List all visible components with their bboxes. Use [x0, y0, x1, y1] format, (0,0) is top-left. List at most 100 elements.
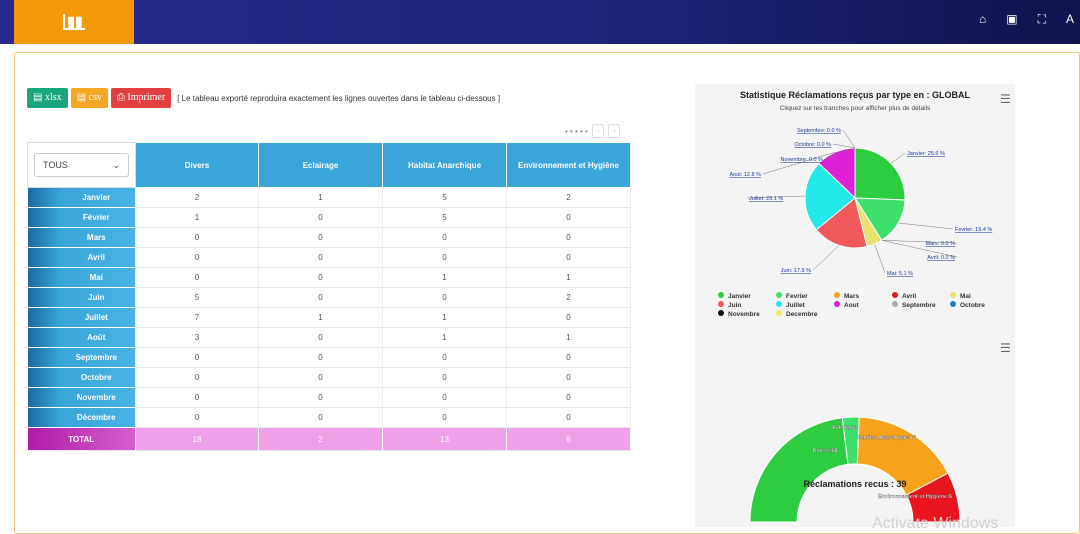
pie-slice[interactable] — [854, 147, 906, 201]
legend-dot — [718, 292, 724, 298]
legend-item[interactable]: Mars — [834, 292, 859, 300]
legend-item[interactable]: Mai — [950, 292, 971, 300]
row-value: 0 — [382, 247, 507, 268]
column-header[interactable]: Habitat Anarchique — [382, 142, 507, 188]
top-navbar: ▮▮ ⌂ ▣ ⛶ A — [0, 0, 1080, 44]
pager-prev-button[interactable]: ‹ — [591, 124, 604, 138]
row-value: 2 — [506, 287, 631, 308]
total-row: TOTAL 18 2 13 6 — [27, 427, 631, 451]
gauge-data-label: Habitat Anarchique:13 — [858, 435, 916, 441]
logo-box[interactable]: ▮▮ — [14, 0, 134, 44]
row-value: 0 — [135, 367, 259, 388]
legend-item[interactable]: Aout — [834, 301, 859, 309]
print-icon: ⎙ — [116, 92, 125, 103]
row-month[interactable]: Août — [27, 327, 136, 348]
file-excel-icon: ▤ — [33, 92, 43, 103]
home-icon[interactable]: ⌂ — [979, 12, 986, 27]
pager-dots[interactable]: • • • • • — [565, 127, 588, 136]
row-value: 0 — [506, 307, 631, 328]
legend-dot — [718, 301, 724, 307]
month-filter-select[interactable]: TOUS ⌄ — [34, 153, 129, 177]
row-value: 0 — [382, 347, 507, 368]
legend-dot — [718, 310, 724, 316]
monthly-table: TOUS ⌄ Divers Eclairage Habitat Anarchiq… — [27, 142, 631, 451]
print-button[interactable]: ⎙ Imprimer — [110, 88, 172, 108]
chevron-down-icon: ⌄ — [112, 159, 120, 170]
row-value: 7 — [135, 307, 259, 328]
export-toolbar: ▤ xlsx ▤ csv ⎙ Imprimer [ Le tableau exp… — [27, 88, 500, 108]
user-initial[interactable]: A — [1066, 12, 1074, 27]
row-month[interactable]: Novembre — [27, 387, 136, 408]
table-row: Février 1 0 5 0 — [27, 207, 631, 228]
legend-label: Fevrier — [786, 293, 808, 300]
total-value: 6 — [506, 427, 631, 451]
pie-label-line — [812, 245, 840, 271]
pie-data-label: Aout: 12.8 % — [730, 172, 762, 178]
gauge-slice[interactable] — [749, 417, 849, 523]
column-header[interactable]: Environnement et Hygiène — [506, 142, 631, 188]
row-month[interactable]: Janvier — [27, 187, 136, 208]
column-header[interactable]: Eclairage — [258, 142, 383, 188]
book-icon[interactable]: ▣ — [1006, 12, 1017, 27]
row-value: 1 — [382, 267, 507, 288]
row-value: 0 — [382, 367, 507, 388]
row-value: 0 — [258, 207, 383, 228]
row-month[interactable]: Mars — [27, 227, 136, 248]
table-row: Juin 5 0 0 2 — [27, 287, 631, 308]
table-row: Août 3 0 1 1 — [27, 327, 631, 348]
row-month[interactable]: Juillet — [27, 307, 136, 328]
legend-item[interactable]: Decembre — [776, 310, 817, 318]
gauge-data-label: Divers:18 — [813, 448, 838, 454]
csv-button[interactable]: ▤ csv — [70, 88, 108, 108]
fullscreen-icon[interactable]: ⛶ — [1038, 12, 1046, 27]
legend-label: Juillet — [786, 302, 805, 309]
legend-item[interactable]: Novembre — [718, 310, 760, 318]
row-value: 0 — [258, 247, 383, 268]
legend-item[interactable]: Fevrier — [776, 292, 808, 300]
legend-item[interactable]: Octobre — [950, 301, 985, 309]
row-month[interactable]: Février — [27, 207, 136, 228]
table-row: Juillet 7 1 1 0 — [27, 307, 631, 328]
row-month[interactable]: Avril — [27, 247, 136, 268]
legend-label: Juin — [728, 302, 742, 309]
row-value: 5 — [382, 207, 507, 228]
legend-item[interactable]: Avril — [892, 292, 916, 300]
table-row: Décembre 0 0 0 0 — [27, 407, 631, 428]
row-month[interactable]: Décembre — [27, 407, 136, 428]
column-header[interactable]: Divers — [135, 142, 259, 188]
chart-menu-icon[interactable]: ☰ — [1000, 92, 1011, 106]
pager-next-button[interactable]: › — [607, 124, 620, 138]
pie-data-label: Avril: 0.0 % — [927, 255, 955, 261]
gauge-menu-icon[interactable]: ☰ — [1000, 341, 1011, 355]
table-header-row: TOUS ⌄ Divers Eclairage Habitat Anarchiq… — [27, 142, 631, 188]
top-icons: ⌂ ▣ ⛶ A — [979, 12, 1074, 27]
row-month[interactable]: Mai — [27, 267, 136, 288]
legend-item[interactable]: Juin — [718, 301, 741, 309]
row-value: 0 — [258, 407, 383, 428]
pie-data-label: Novembre: 0.0 % — [781, 157, 824, 163]
legend-label: Novembre — [728, 311, 760, 318]
legend-item[interactable]: Janvier — [718, 292, 751, 300]
row-value: 0 — [382, 287, 507, 308]
windows-watermark: Activate Windows — [872, 515, 999, 532]
row-value: 0 — [382, 407, 507, 428]
table-row: Novembre 0 0 0 0 — [27, 387, 631, 408]
row-month[interactable]: Octobre — [27, 367, 136, 388]
row-value: 2 — [135, 187, 259, 208]
row-value: 0 — [258, 347, 383, 368]
legend-dot — [892, 292, 898, 298]
xlsx-button[interactable]: ▤ xlsx — [27, 88, 68, 108]
row-value: 0 — [506, 387, 631, 408]
legend-label: Janvier — [728, 293, 751, 300]
row-value: 1 — [506, 267, 631, 288]
filter-cell: TOUS ⌄ — [27, 142, 136, 188]
row-month[interactable]: Juin — [27, 287, 136, 308]
gauge-center-label: Réclamations recus : 39 — [803, 479, 906, 489]
row-value: 1 — [506, 327, 631, 348]
xlsx-label: xlsx — [44, 92, 62, 103]
legend-item[interactable]: Septembre — [892, 301, 936, 309]
row-month[interactable]: Septembre — [27, 347, 136, 368]
legend-item[interactable]: Juillet — [776, 301, 805, 309]
row-value: 0 — [135, 227, 259, 248]
file-csv-icon: ▤ — [76, 92, 87, 103]
